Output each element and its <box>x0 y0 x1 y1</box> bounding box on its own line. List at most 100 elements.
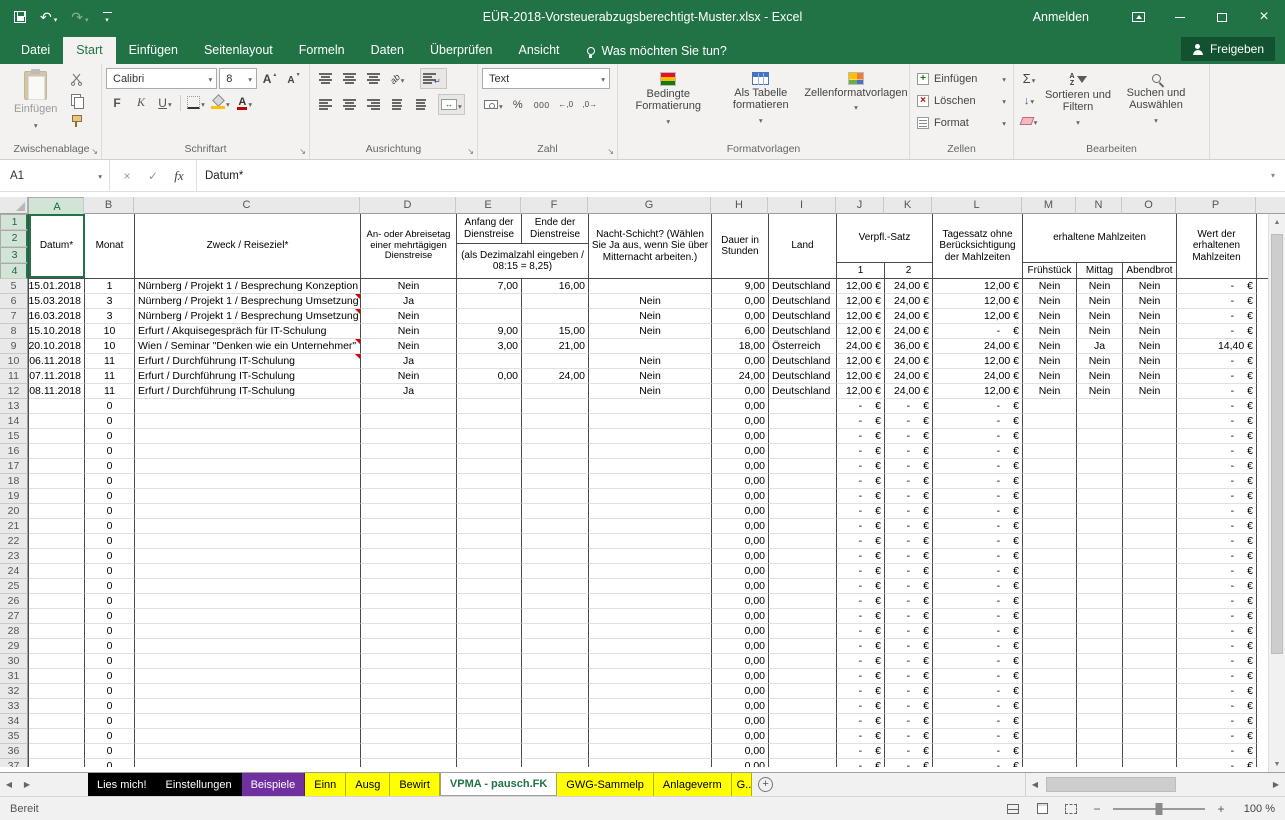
cell-O33[interactable] <box>1123 699 1177 714</box>
cell-O21[interactable] <box>1123 519 1177 534</box>
cell-O22[interactable] <box>1123 534 1177 549</box>
cell-H19[interactable]: 0,00 <box>712 489 769 504</box>
cell-L24[interactable]: -€ <box>933 564 1023 579</box>
cell-N16[interactable] <box>1077 444 1123 459</box>
cell-M20[interactable] <box>1023 504 1077 519</box>
cell-L9[interactable]: 24,00 € <box>933 339 1023 354</box>
vertical-scroll-thumb[interactable] <box>1271 234 1283 654</box>
cell-D21[interactable] <box>361 519 457 534</box>
cell-C34[interactable] <box>135 714 361 729</box>
column-header-J[interactable]: J <box>836 197 884 214</box>
cell-L37[interactable]: -€ <box>933 759 1023 767</box>
cell-J14[interactable]: -€ <box>837 414 885 429</box>
cell-H12[interactable]: 0,00 <box>712 384 769 399</box>
cell-I17[interactable] <box>769 459 837 474</box>
cell-B23[interactable]: 0 <box>85 549 135 564</box>
cell-N13[interactable] <box>1077 399 1123 414</box>
cell-E26[interactable] <box>457 594 522 609</box>
cell-J28[interactable]: -€ <box>837 624 885 639</box>
row-header-27[interactable]: 27 <box>0 609 28 624</box>
cell-O19[interactable] <box>1123 489 1177 504</box>
cell-N23[interactable] <box>1077 549 1123 564</box>
cell-F25[interactable] <box>522 579 589 594</box>
cell-A10[interactable]: 06.11.2018 <box>29 354 85 369</box>
cell-A25[interactable] <box>29 579 85 594</box>
format-cells-button[interactable]: Format <box>914 112 1009 134</box>
row-header-16[interactable]: 16 <box>0 444 28 459</box>
cell-D17[interactable] <box>361 459 457 474</box>
cell-O6[interactable]: Nein <box>1123 294 1177 309</box>
row-header-7[interactable]: 7 <box>0 309 28 324</box>
cell-K30[interactable]: -€ <box>885 654 933 669</box>
cell-A20[interactable] <box>29 504 85 519</box>
row-header-11[interactable]: 11 <box>0 369 28 384</box>
signin-link[interactable]: Anmelden <box>1033 10 1089 24</box>
cell-E17[interactable] <box>457 459 522 474</box>
header-dauer[interactable]: Dauer in Stunden <box>712 214 769 278</box>
ribbon-tab-start[interactable]: Start <box>63 37 115 64</box>
cell-G30[interactable] <box>589 654 712 669</box>
row-header-23[interactable]: 23 <box>0 549 28 564</box>
cell-K36[interactable]: -€ <box>885 744 933 759</box>
cell-B14[interactable]: 0 <box>85 414 135 429</box>
cell-K28[interactable]: -€ <box>885 624 933 639</box>
cell-L32[interactable]: -€ <box>933 684 1023 699</box>
cell-I35[interactable] <box>769 729 837 744</box>
sheet-tab-lies-mich-[interactable]: Lies mich! <box>88 773 157 796</box>
header-mittag[interactable]: Mittag <box>1077 263 1123 278</box>
cell-C20[interactable] <box>135 504 361 519</box>
cell-H26[interactable]: 0,00 <box>712 594 769 609</box>
zoom-level[interactable]: 100 % <box>1237 803 1275 815</box>
clipboard-dialog-launcher[interactable] <box>91 148 98 156</box>
cell-D13[interactable] <box>361 399 457 414</box>
cell-J6[interactable]: 12,00 € <box>837 294 885 309</box>
cell-J9[interactable]: 24,00 € <box>837 339 885 354</box>
cell-C12[interactable]: Erfurt / Durchführung IT-Schulung <box>135 384 361 399</box>
cell-N25[interactable] <box>1077 579 1123 594</box>
cell-L30[interactable]: -€ <box>933 654 1023 669</box>
row-header-5[interactable]: 5 <box>0 279 28 294</box>
cell-E32[interactable] <box>457 684 522 699</box>
cell-B37[interactable]: 0 <box>85 759 135 767</box>
cell-J12[interactable]: 12,00 € <box>837 384 885 399</box>
cell-G7[interactable]: Nein <box>589 309 712 324</box>
cell-I32[interactable] <box>769 684 837 699</box>
row-header-29[interactable]: 29 <box>0 639 28 654</box>
autosum-button[interactable]: Σ <box>1018 68 1040 89</box>
decrease-indent-button[interactable] <box>386 94 408 115</box>
cell-C8[interactable]: Erfurt / Akquisegespräch für IT-Schulung <box>135 324 361 339</box>
cell-I8[interactable]: Deutschland <box>769 324 837 339</box>
cell-G23[interactable] <box>589 549 712 564</box>
cell-A12[interactable]: 08.11.2018 <box>29 384 85 399</box>
cell-E10[interactable] <box>457 354 522 369</box>
cell-M7[interactable]: Nein <box>1023 309 1077 324</box>
header-tagessatz[interactable]: Tagessatz ohne Berücksichtigung der Mahl… <box>933 214 1023 278</box>
cell-J8[interactable]: 12,00 € <box>837 324 885 339</box>
save-button[interactable] <box>14 11 26 23</box>
cell-E9[interactable]: 3,00 <box>457 339 522 354</box>
cell-B5[interactable]: 1 <box>85 279 135 294</box>
cell-N22[interactable] <box>1077 534 1123 549</box>
cell-L14[interactable]: -€ <box>933 414 1023 429</box>
cell-O13[interactable] <box>1123 399 1177 414</box>
cell-A29[interactable] <box>29 639 85 654</box>
cell-N15[interactable] <box>1077 429 1123 444</box>
cell-F35[interactable] <box>522 729 589 744</box>
close-button[interactable] <box>1243 0 1285 34</box>
cell-M18[interactable] <box>1023 474 1077 489</box>
cell-N17[interactable] <box>1077 459 1123 474</box>
cell-G28[interactable] <box>589 624 712 639</box>
cell-K14[interactable]: -€ <box>885 414 933 429</box>
cell-G33[interactable] <box>589 699 712 714</box>
cell-G32[interactable] <box>589 684 712 699</box>
cell-F22[interactable] <box>522 534 589 549</box>
cell-H27[interactable]: 0,00 <box>712 609 769 624</box>
cell-J10[interactable]: 12,00 € <box>837 354 885 369</box>
row-header-8[interactable]: 8 <box>0 324 28 339</box>
cell-D15[interactable] <box>361 429 457 444</box>
sheet-tab-anlageverm[interactable]: Anlageverm <box>654 773 732 796</box>
decrease-font-button[interactable] <box>283 68 305 89</box>
cell-A37[interactable] <box>29 759 85 767</box>
cell-A14[interactable] <box>29 414 85 429</box>
cell-D16[interactable] <box>361 444 457 459</box>
